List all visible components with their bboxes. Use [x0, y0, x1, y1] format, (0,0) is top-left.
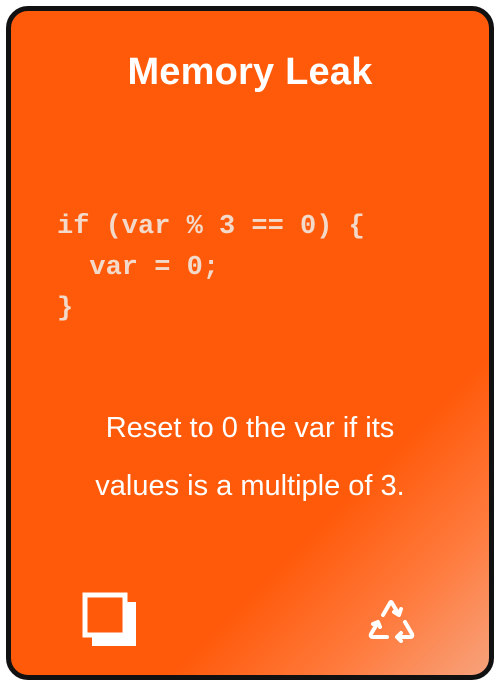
recycle-icon[interactable]	[361, 591, 421, 651]
game-card: Memory Leak if (var % 3 == 0) { var = 0;…	[6, 6, 494, 680]
code-line: }	[57, 294, 74, 324]
code-line: if (var % 3 == 0) {	[57, 212, 365, 242]
card-title: Memory Leak	[127, 51, 373, 93]
code-line: var = 0;	[57, 253, 220, 283]
description-line: Reset to 0 the var if its	[105, 412, 395, 444]
description-line: values is a multiple of 3.	[95, 470, 405, 502]
card-description: Reset to 0 the var if its values is a mu…	[11, 399, 489, 515]
code-snippet: if (var % 3 == 0) { var = 0;}	[57, 207, 365, 330]
copy-icon[interactable]	[81, 589, 141, 649]
